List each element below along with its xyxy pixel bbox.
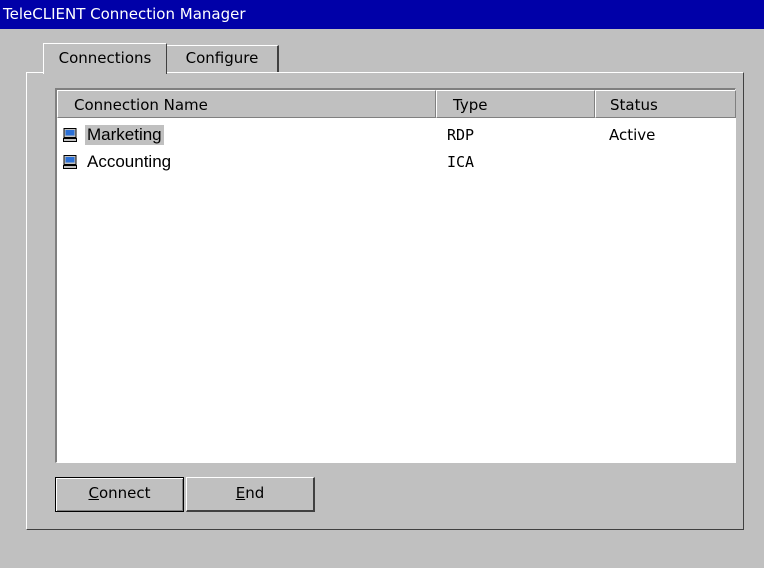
tab-configure-label: Configure — [185, 49, 259, 67]
computer-icon — [63, 155, 77, 169]
computer-icon — [63, 128, 77, 142]
connection-name: Marketing — [85, 125, 164, 145]
connection-name-cell: Marketing — [63, 123, 164, 147]
tab-configure[interactable]: Configure — [167, 45, 279, 72]
end-accelerator: E — [235, 484, 246, 502]
connection-type: RDP — [447, 126, 475, 144]
connection-status: Active — [609, 126, 656, 144]
tab-connections[interactable]: Connections — [43, 43, 167, 74]
connection-type: ICA — [447, 153, 475, 171]
connect-label: onnect — [98, 484, 151, 502]
list-header: Connection Name Type Status — [57, 90, 736, 118]
window-title: TeleCLIENT Connection Manager — [3, 5, 246, 23]
connection-name-cell: Accounting — [63, 150, 173, 174]
connect-accelerator: C — [88, 484, 99, 502]
connection-list[interactable]: Connection Name Type Status Marketing RD… — [55, 88, 736, 463]
list-item[interactable]: Accounting ICA — [57, 150, 735, 174]
column-header-label: Status — [610, 96, 658, 114]
column-header-label: Connection Name — [74, 96, 208, 114]
connect-button[interactable]: Connect — [55, 477, 184, 512]
list-item[interactable]: Marketing RDP Active — [57, 123, 735, 147]
tab-connections-label: Connections — [58, 49, 152, 67]
column-header-status[interactable]: Status — [595, 90, 736, 118]
end-button[interactable]: End — [186, 477, 315, 512]
column-header-type[interactable]: Type — [436, 90, 595, 118]
column-header-connection-name[interactable]: Connection Name — [57, 90, 436, 118]
column-header-label: Type — [453, 96, 488, 114]
connection-name: Accounting — [87, 152, 172, 171]
window-title-bar: TeleCLIENT Connection Manager — [0, 0, 764, 29]
end-label: nd — [245, 484, 265, 502]
